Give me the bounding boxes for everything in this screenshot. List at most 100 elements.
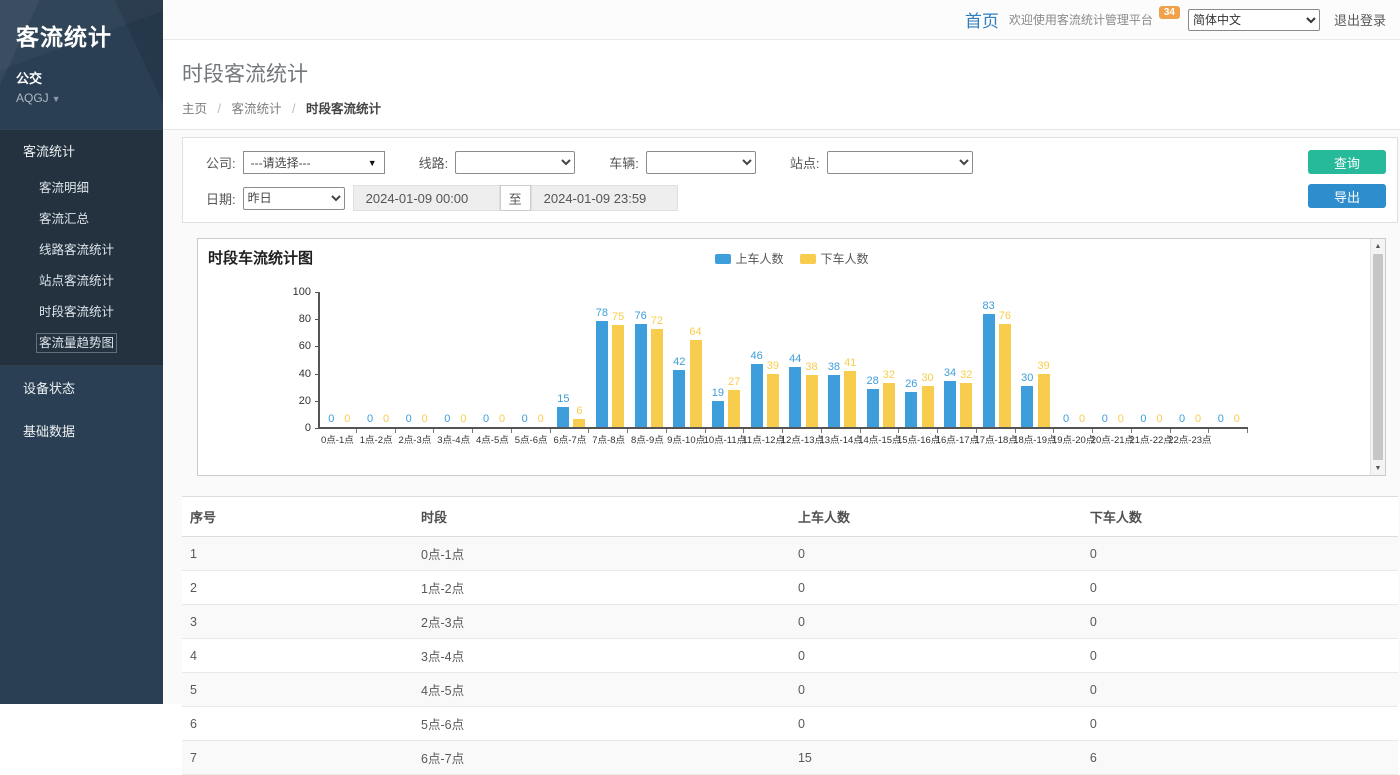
- bar-value-label: 75: [612, 312, 624, 323]
- bar-value-label: 26: [905, 379, 917, 390]
- sidebar-menu: 客流统计客流明细客流汇总线路客流统计站点客流统计时段客流统计客流量趋势图设备状态…: [0, 129, 163, 452]
- x-tick-label: 5点-6点: [512, 435, 551, 446]
- query-button[interactable]: 查询: [1308, 150, 1386, 174]
- table-row: 76点-7点156: [182, 741, 1398, 775]
- chevron-down-icon: ▼: [52, 94, 61, 104]
- bar-value-label: 44: [789, 354, 801, 365]
- x-tick-mark: [899, 429, 938, 433]
- sidebar-subitem-客流明细[interactable]: 客流明细: [0, 171, 163, 202]
- language-select[interactable]: 简体中文: [1188, 9, 1320, 31]
- bar-value-label: 76: [634, 311, 646, 322]
- sidebar-subitem-时段客流统计[interactable]: 时段客流统计: [0, 295, 163, 326]
- date-preset-select[interactable]: 昨日: [243, 187, 345, 210]
- bar: [999, 324, 1011, 427]
- bar: [806, 375, 818, 427]
- bar-value-label: 0: [1156, 414, 1162, 425]
- x-tick-label: 11点-12点: [744, 435, 783, 446]
- breadcrumb-section[interactable]: 客流统计: [231, 102, 281, 116]
- bar-column: 0: [403, 293, 415, 427]
- bar-column: 6: [573, 293, 585, 427]
- y-tick-mark: [315, 346, 320, 347]
- table-cell: 2点-3点: [413, 605, 790, 639]
- legend-item-boarding[interactable]: 上车人数: [714, 250, 783, 267]
- bar: [612, 325, 624, 427]
- line-label: 线路:: [419, 153, 449, 172]
- chart-plot-area: 020406080100 000000000000156787576724264…: [318, 293, 1248, 463]
- x-tick-label: 6点-7点: [551, 435, 590, 446]
- export-button[interactable]: 导出: [1308, 184, 1386, 208]
- bar-column: 0: [380, 293, 392, 427]
- bar-value-label: 0: [1195, 414, 1201, 425]
- table-row: 32点-3点00: [182, 605, 1398, 639]
- bar-column: 0: [419, 293, 431, 427]
- bar-column: 0: [441, 293, 453, 427]
- bar: [573, 419, 585, 427]
- bar-column: 0: [1153, 293, 1165, 427]
- table-cell: 6: [1082, 741, 1398, 775]
- table-cell: 0: [790, 707, 1082, 741]
- sidebar-section: 客流统计客流明细客流汇总线路客流统计站点客流统计时段客流统计客流量趋势图: [0, 129, 163, 366]
- sidebar-subitem-站点客流统计[interactable]: 站点客流统计: [0, 264, 163, 295]
- sidebar-subitem-线路客流统计[interactable]: 线路客流统计: [0, 233, 163, 264]
- date-start-input[interactable]: [353, 185, 500, 211]
- table-cell: 0: [1082, 673, 1398, 707]
- scroll-up-icon[interactable]: ▲: [1371, 239, 1385, 253]
- bar-column: 0: [480, 293, 492, 427]
- bar-value-label: 0: [444, 414, 450, 425]
- bar-value-label: 0: [1179, 414, 1185, 425]
- x-tick-mark: [628, 429, 667, 433]
- legend-item-alighting[interactable]: 下车人数: [800, 250, 869, 267]
- bar: [1021, 386, 1033, 427]
- scroll-down-icon[interactable]: ▼: [1371, 461, 1385, 475]
- chart-scrollbar[interactable]: ▲ ▼: [1370, 239, 1385, 475]
- station-select[interactable]: [827, 151, 973, 174]
- logout-link[interactable]: 退出登录: [1334, 10, 1386, 29]
- bar: [1038, 374, 1050, 427]
- bar-value-label: 0: [1079, 414, 1085, 425]
- bar-value-label: 27: [728, 377, 740, 388]
- org-code-dropdown[interactable]: AQGJ▼: [16, 91, 147, 105]
- line-select[interactable]: [455, 151, 575, 174]
- table-cell: 4: [182, 639, 413, 673]
- breadcrumb-home[interactable]: 主页: [182, 102, 207, 116]
- vehicle-select[interactable]: [646, 151, 756, 174]
- sidebar-subitem-客流汇总[interactable]: 客流汇总: [0, 202, 163, 233]
- date-end-input[interactable]: [531, 185, 678, 211]
- bar-value-label: 0: [499, 414, 505, 425]
- bar-column: 76: [999, 293, 1011, 427]
- y-tick-mark: [315, 374, 320, 375]
- home-link[interactable]: 首页: [965, 7, 999, 32]
- table-cell: 0: [1082, 605, 1398, 639]
- sidebar-item-客流统计[interactable]: 客流统计: [0, 130, 163, 171]
- sidebar-item-设备状态[interactable]: 设备状态: [0, 366, 163, 409]
- table-row: 10点-1点00: [182, 537, 1398, 571]
- sidebar-section: 基础数据: [0, 409, 163, 452]
- company-select[interactable]: ---请选择--- ▼: [243, 151, 385, 174]
- bar-group: 00: [1171, 293, 1210, 427]
- company-select-value: ---请选择---: [251, 154, 311, 171]
- chart-plot: 020406080100 000000000000156787576724264…: [318, 293, 1248, 429]
- x-tick-label: 13点-14点: [822, 435, 861, 446]
- x-tick-mark: [822, 429, 861, 433]
- x-tick-mark: [396, 429, 435, 433]
- bar-column: 34: [944, 293, 956, 427]
- bar-value-label: 0: [383, 414, 389, 425]
- bar-value-label: 78: [596, 308, 608, 319]
- sidebar-item-基础数据[interactable]: 基础数据: [0, 409, 163, 452]
- bar-column: 30: [1021, 293, 1033, 427]
- scrollbar-thumb[interactable]: [1373, 254, 1383, 460]
- table-cell: 15: [790, 741, 1082, 775]
- x-tick-label: 22点-23点: [1171, 435, 1210, 446]
- x-tick-mark: [357, 429, 396, 433]
- notification-badge[interactable]: 34: [1159, 6, 1180, 19]
- breadcrumb-current: 时段客流统计: [306, 102, 381, 116]
- y-tick-mark: [315, 428, 320, 429]
- table-cell: 0: [1082, 707, 1398, 741]
- bar: [789, 367, 801, 427]
- bar-group: 2630: [900, 293, 939, 427]
- sidebar-subitem-客流量趋势图[interactable]: 客流量趋势图: [0, 326, 163, 357]
- x-tick-mark: [706, 429, 745, 433]
- bar-value-label: 42: [673, 357, 685, 368]
- y-tick-label: 80: [299, 314, 311, 325]
- company-label: 公司:: [206, 153, 236, 172]
